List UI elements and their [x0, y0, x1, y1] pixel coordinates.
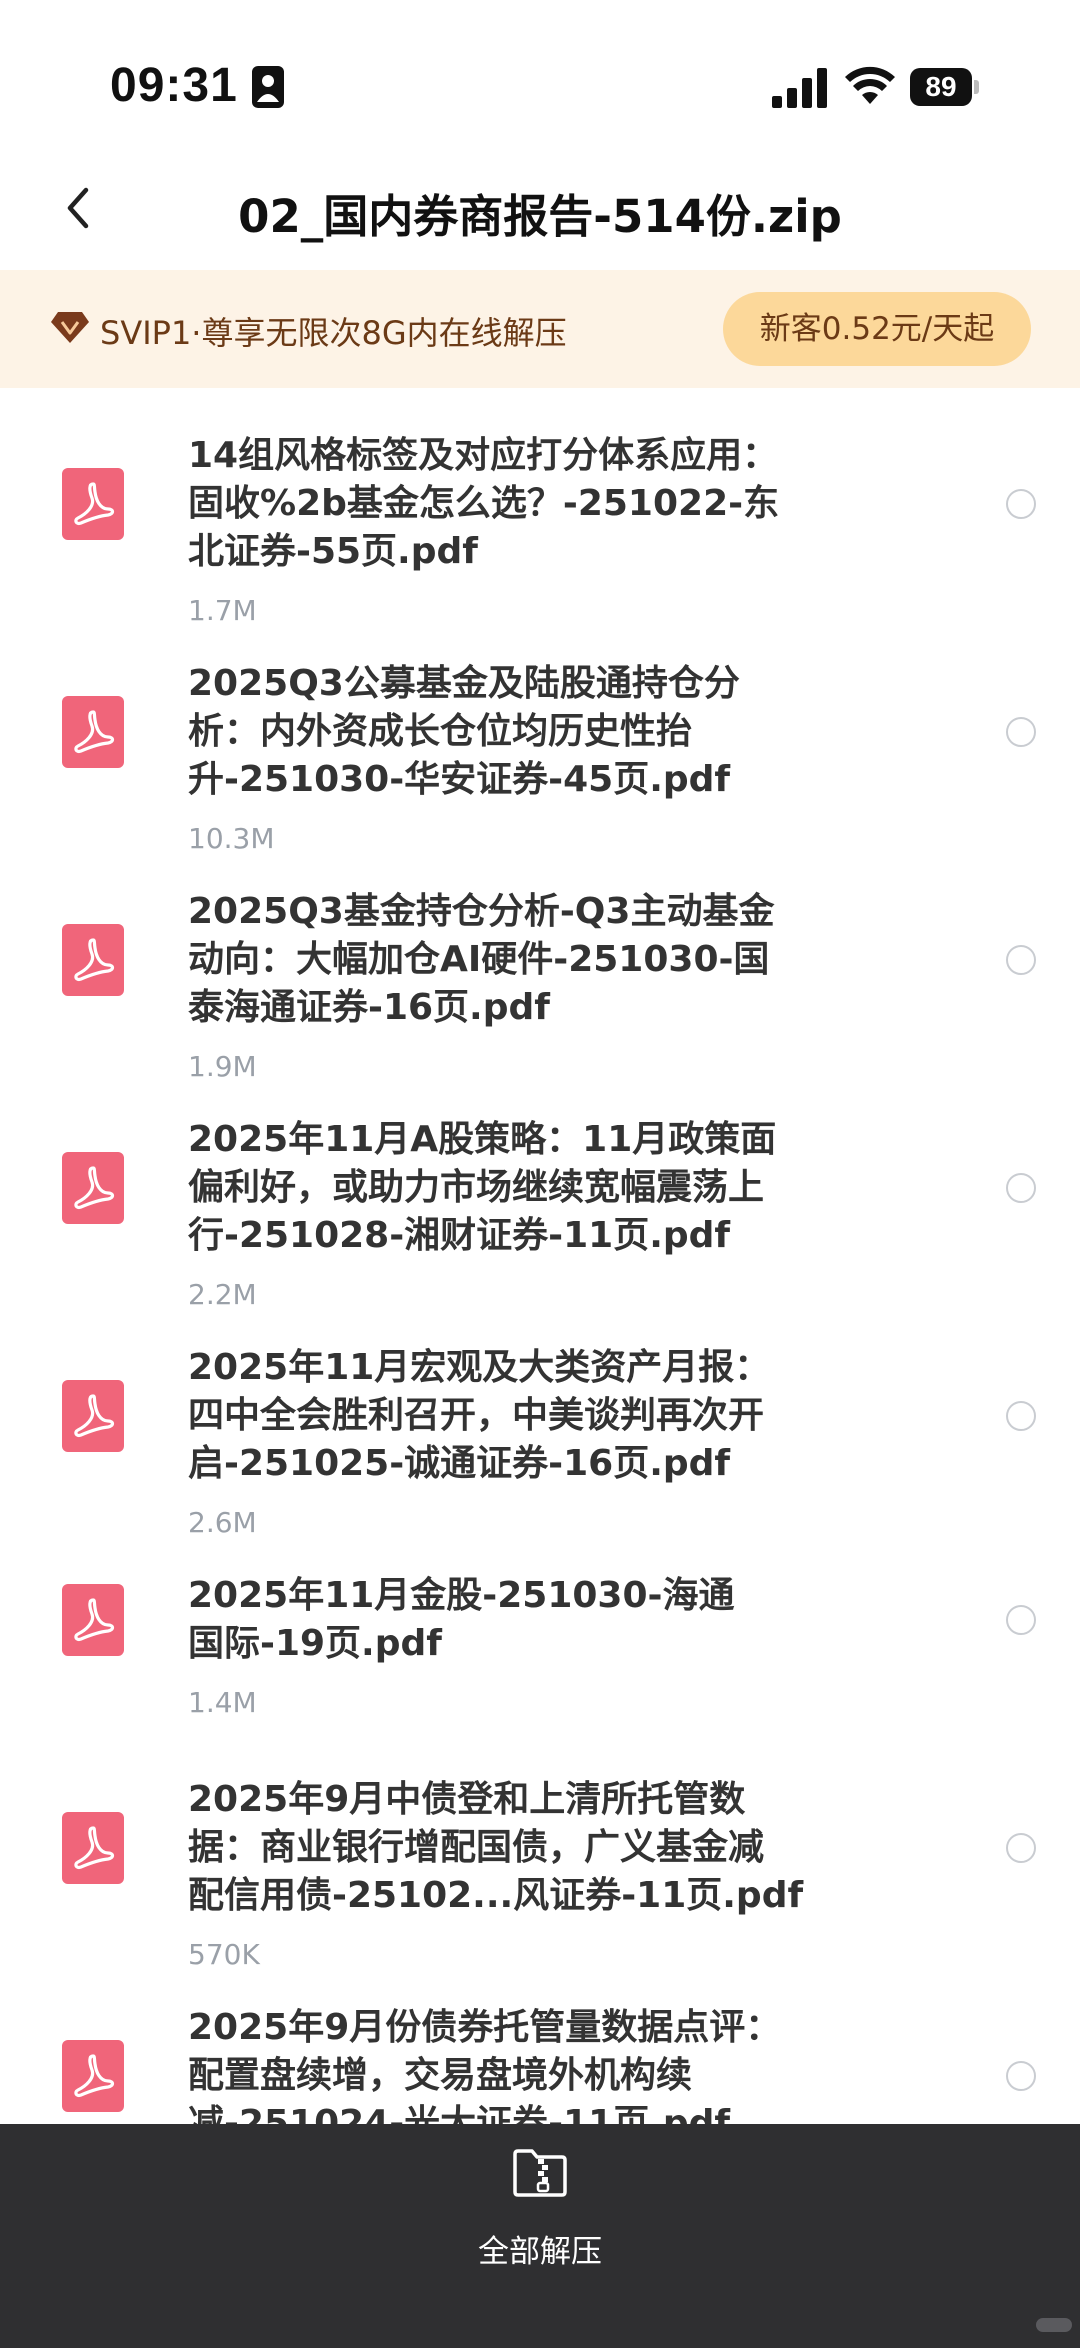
file-name-line: 2025Q3基金持仓分析-Q3主动基金: [188, 891, 775, 932]
battery-icon: 89: [910, 68, 980, 106]
file-name: 2025年9月份债券托管量数据点评： 配置盘续增，交易盘境外机构续减-251024…: [188, 2004, 853, 2124]
person-badge-icon: [252, 66, 284, 108]
file-name-line: 2025年11月金股-251030-海通: [188, 1575, 735, 1616]
file-name-line: 偏利好，或助力市场继续宽幅震荡上: [188, 1167, 765, 1208]
page-title: 02_国内券商报告-514份.zip: [238, 190, 842, 243]
file-list-item[interactable]: 2025年11月宏观及大类资产月报： 四中全会胜利召开，中美谈判再次开 启-2510…: [0, 1300, 1080, 1539]
diamond-icon: [51, 312, 89, 343]
screen: 09:31 89 02_国内券商报告-514份.zip SVIP1·尊享无限次8…: [0, 0, 1080, 2348]
home-indicator: [1036, 2318, 1072, 2332]
file-name: 2025Q3公募基金及陆股通持仓分 析：内外资成长仓位均历史性抬 升-251030-…: [188, 660, 853, 804]
cellular-signal-icon: [772, 68, 827, 108]
file-name-line: 四中全会胜利召开，中美谈判再次开: [188, 1395, 765, 1436]
file-name-line: 配置盘续增，交易盘境外机构续: [188, 2055, 693, 2096]
file-name-line: 2025Q3公募基金及陆股通持仓分: [188, 663, 740, 704]
status-bar: 09:31 89: [0, 0, 1080, 160]
file-list-item[interactable]: 2025年9月份债券托管量数据点评： 配置盘续增，交易盘境外机构续减-251024…: [0, 1960, 1080, 2124]
pdf-file-icon: [62, 2040, 124, 2112]
battery-tip: [974, 80, 979, 94]
select-radio[interactable]: [1006, 1833, 1036, 1863]
file-name-line: 2025年11月A股策略：11月政策面: [188, 1119, 777, 1160]
select-radio[interactable]: [1006, 1401, 1036, 1431]
file-list-item[interactable]: 2025年11月金股-251030-海通 国际-19页.pdf 1.4M: [0, 1528, 1080, 1756]
file-name-line: 动向：大幅加仓AI硬件-251030-国: [188, 939, 770, 980]
battery-level: 89: [910, 68, 972, 106]
svip-offer-button[interactable]: 新客0.52元/天起: [723, 292, 1031, 366]
file-name: 2025年11月A股策略：11月政策面 偏利好，或助力市场继续宽幅震荡上 行-251…: [188, 1116, 853, 1260]
pdf-file-icon: [62, 696, 124, 768]
file-list-item[interactable]: 2025Q3基金持仓分析-Q3主动基金 动向：大幅加仓AI硬件-251030-国泰…: [0, 844, 1080, 1083]
file-name-line: 析：内外资成长仓位均历史性抬: [188, 711, 693, 752]
file-list-item[interactable]: 2025年9月中债登和上清所托管数 据：商业银行增配国债，广义基金减 配信用债-25…: [0, 1732, 1080, 1971]
file-name-line: 2025年9月中债登和上清所托管数: [188, 1779, 746, 1820]
wifi-icon: [845, 66, 895, 104]
extract-all-label[interactable]: 全部解压: [0, 2226, 1080, 2271]
file-list-item[interactable]: 2025Q3公募基金及陆股通持仓分 析：内外资成长仓位均历史性抬 升-251030-…: [0, 616, 1080, 855]
file-name: 2025年9月中债登和上清所托管数 据：商业银行增配国债，广义基金减 配信用债-25…: [188, 1776, 853, 1920]
file-name-line: 据：商业银行增配国债，广义基金减: [188, 1827, 765, 1868]
header: 02_国内券商报告-514份.zip: [0, 160, 1080, 270]
file-name-line: 国际-19页.pdf: [188, 1623, 442, 1664]
pdf-file-icon: [62, 1812, 124, 1884]
file-name-line: 固收%2b基金怎么选？-251022-东: [188, 483, 780, 524]
file-name-line: 配信用债-25102...风证券-11页.pdf: [188, 1875, 804, 1916]
file-name-line: 启-251025-诚通证券-16页.pdf: [188, 1443, 731, 1484]
file-name: 14组风格标签及对应打分体系应用： 固收%2b基金怎么选？-251022-东 北证券…: [188, 432, 853, 576]
svip-banner[interactable]: SVIP1·尊享无限次8G内在线解压 新客0.52元/天起: [0, 270, 1080, 388]
bottom-action-bar[interactable]: 全部解压: [0, 2124, 1080, 2348]
pdf-file-icon: [62, 1380, 124, 1452]
status-time: 09:31: [110, 59, 238, 112]
pdf-file-icon: [62, 468, 124, 540]
select-radio[interactable]: [1006, 2061, 1036, 2091]
file-name-line: 14组风格标签及对应打分体系应用：: [188, 435, 779, 476]
file-list-item[interactable]: 14组风格标签及对应打分体系应用： 固收%2b基金怎么选？-251022-东 北证券…: [0, 388, 1080, 627]
zip-file-icon: [513, 2149, 567, 2197]
file-list-item[interactable]: 2025年11月A股策略：11月政策面 偏利好，或助力市场继续宽幅震荡上 行-251…: [0, 1072, 1080, 1311]
file-name-line: 2025年9月份债券托管量数据点评：: [188, 2007, 782, 2048]
file-name-line: 减-251024-光大证券-11页.pdf: [188, 2103, 731, 2124]
select-radio[interactable]: [1006, 717, 1036, 747]
file-name: 2025Q3基金持仓分析-Q3主动基金 动向：大幅加仓AI硬件-251030-国泰…: [188, 888, 853, 1032]
file-name-line: 升-251030-华安证券-45页.pdf: [188, 759, 731, 800]
file-size: 1.4M: [188, 1686, 257, 1719]
file-list: 14组风格标签及对应打分体系应用： 固收%2b基金怎么选？-251022-东 北证券…: [0, 388, 1080, 2124]
select-radio[interactable]: [1006, 1605, 1036, 1635]
file-name: 2025年11月宏观及大类资产月报： 四中全会胜利召开，中美谈判再次开 启-2510…: [188, 1344, 853, 1488]
file-name-line: 泰海通证券-16页.pdf: [188, 987, 550, 1028]
pdf-file-icon: [62, 1584, 124, 1656]
pdf-file-icon: [62, 1152, 124, 1224]
file-name: 2025年11月金股-251030-海通 国际-19页.pdf: [188, 1572, 853, 1668]
back-chevron-icon[interactable]: [58, 182, 98, 234]
pdf-file-icon: [62, 924, 124, 996]
select-radio[interactable]: [1006, 1173, 1036, 1203]
file-name-line: 2025年11月宏观及大类资产月报：: [188, 1347, 771, 1388]
select-radio[interactable]: [1006, 489, 1036, 519]
banner-text: SVIP1·尊享无限次8G内在线解压: [100, 314, 567, 352]
file-name-line: 行-251028-湘财证券-11页.pdf: [188, 1215, 731, 1256]
select-radio[interactable]: [1006, 945, 1036, 975]
file-name-line: 北证券-55页.pdf: [188, 531, 478, 572]
